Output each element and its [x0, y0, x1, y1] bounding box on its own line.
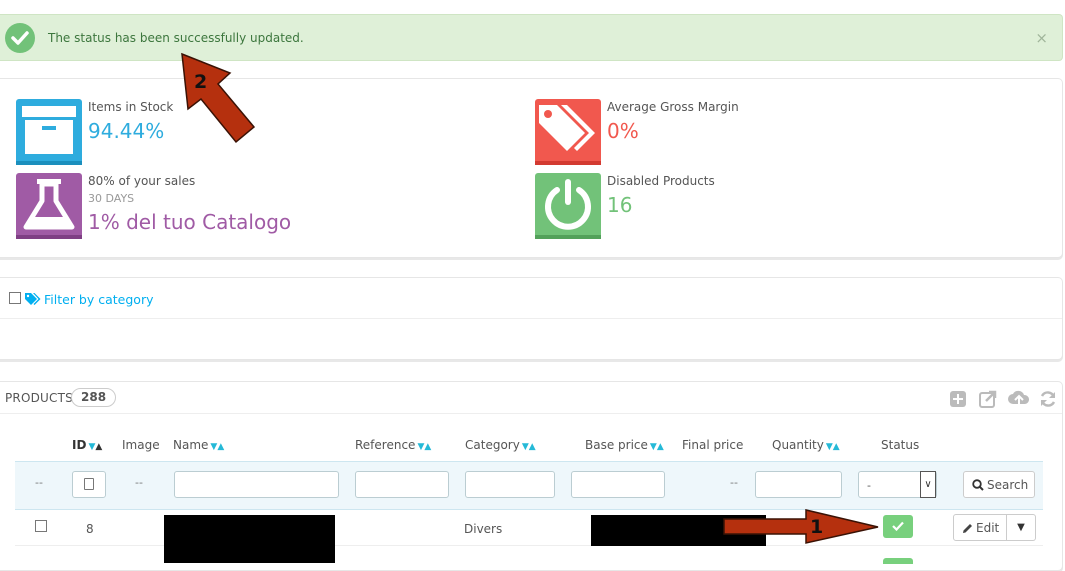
filter-by-category-label: Filter by category [44, 292, 154, 307]
column-name[interactable]: Name ▼▲ [173, 438, 224, 452]
add-icon[interactable] [948, 389, 970, 409]
search-icon [972, 478, 987, 492]
success-alert: The status has been successfully updated… [0, 14, 1063, 61]
sort-icon[interactable]: ▼▲ [826, 442, 840, 452]
kpi-label: Disabled Products [607, 174, 715, 188]
kpi-value: 94.44% [88, 119, 165, 143]
sort-icon[interactable]: ▼▲ [417, 442, 431, 452]
products-title: PRODUCTS [5, 391, 73, 405]
kpi-label: 80% of your sales [88, 174, 196, 188]
status-filter-select[interactable]: - ∨ [858, 471, 937, 498]
column-reference-label: Reference [355, 438, 416, 452]
tags-icon [25, 292, 44, 307]
kpi-label: Average Gross Margin [607, 100, 739, 114]
sort-icon[interactable]: ▼▲ [210, 442, 224, 452]
column-final-price: Final price [682, 438, 744, 452]
base-price-filter-input[interactable] [571, 471, 665, 498]
column-reference[interactable]: Reference ▼▲ [355, 438, 431, 452]
search-label: Search [987, 478, 1029, 492]
column-base-price[interactable]: Base price ▼▲ [585, 438, 664, 452]
quantity-filter-input[interactable] [755, 471, 842, 498]
redacted-name [164, 515, 335, 563]
kpi-panel: Items in Stock 94.44% Average Gross Marg… [0, 78, 1063, 258]
edit-button[interactable]: Edit [953, 514, 1007, 541]
filter-by-category-link[interactable]: Filter by category [25, 292, 153, 307]
category-filter-input[interactable] [465, 471, 555, 498]
alert-message: The status has been successfully updated… [48, 31, 304, 45]
filter-row: -- -- -- - ∨ Search [15, 461, 1043, 510]
chevron-down-icon[interactable]: ▼ [1007, 514, 1036, 541]
kpi-value: 1% del tuo Catalogo [88, 210, 292, 234]
power-icon [535, 173, 601, 239]
column-base-price-label: Base price [585, 438, 648, 452]
category-filter-row: Filter by category [0, 278, 1062, 319]
id-filter-dash: -- [35, 476, 43, 489]
filter-by-category-checkbox[interactable] [9, 292, 21, 304]
row-category: Divers [464, 522, 503, 536]
kpi-value: 0% [607, 119, 639, 143]
check-circle-icon [5, 23, 35, 53]
kpi-label: Items in Stock [88, 100, 174, 114]
calendar-icon [84, 478, 94, 490]
products-count-badge: 288 [71, 388, 117, 407]
close-icon[interactable]: × [1035, 29, 1048, 47]
sort-icon[interactable]: ▼▲ [88, 442, 102, 452]
image-filter-dash: -- [135, 476, 143, 489]
refresh-icon[interactable] [1038, 389, 1060, 409]
row-select-checkbox[interactable] [35, 520, 47, 532]
table-row[interactable]: 8 Divers Edit ▼ [15, 512, 1043, 563]
column-id-label: ID [72, 438, 87, 452]
pencil-icon [962, 521, 976, 535]
column-quantity[interactable]: Quantity ▼▲ [772, 438, 840, 452]
kpi-subtitle: 30 DAYS [88, 192, 135, 205]
column-status: Status [881, 438, 920, 452]
status-enabled-toggle[interactable] [883, 515, 913, 538]
archive-box-icon [16, 99, 82, 165]
chevron-down-icon[interactable]: ∨ [920, 471, 936, 498]
column-id[interactable]: ID ▼▲ [72, 438, 102, 452]
edit-label: Edit [976, 521, 1000, 535]
id-filter-input[interactable] [72, 471, 106, 498]
products-header: PRODUCTS 288 [0, 382, 1062, 414]
products-panel: PRODUCTS 288 ID ▼▲ Image Name ▼▲ Reference… [0, 381, 1063, 571]
name-filter-input[interactable] [174, 471, 339, 498]
category-filter-panel: Filter by category [0, 277, 1063, 360]
column-category-label: Category [465, 438, 520, 452]
column-quantity-label: Quantity [772, 438, 824, 452]
status-filter-value: - [867, 479, 871, 492]
status-enabled-toggle[interactable] [883, 558, 913, 564]
sort-icon[interactable]: ▼▲ [650, 442, 664, 452]
sort-icon[interactable]: ▼▲ [522, 442, 536, 452]
reference-filter-input[interactable] [355, 471, 449, 498]
row-id: 8 [86, 522, 94, 536]
column-category[interactable]: Category ▼▲ [465, 438, 536, 452]
kpi-value: 16 [607, 193, 633, 217]
redacted-price [591, 515, 766, 546]
import-icon[interactable] [1008, 389, 1030, 409]
final-price-filter-dash: -- [730, 476, 738, 489]
export-icon[interactable] [978, 389, 1000, 409]
column-image: Image [122, 438, 160, 452]
column-name-label: Name [173, 438, 209, 452]
flask-icon [16, 173, 82, 239]
search-button[interactable]: Search [963, 471, 1035, 498]
price-tags-icon [535, 99, 601, 165]
